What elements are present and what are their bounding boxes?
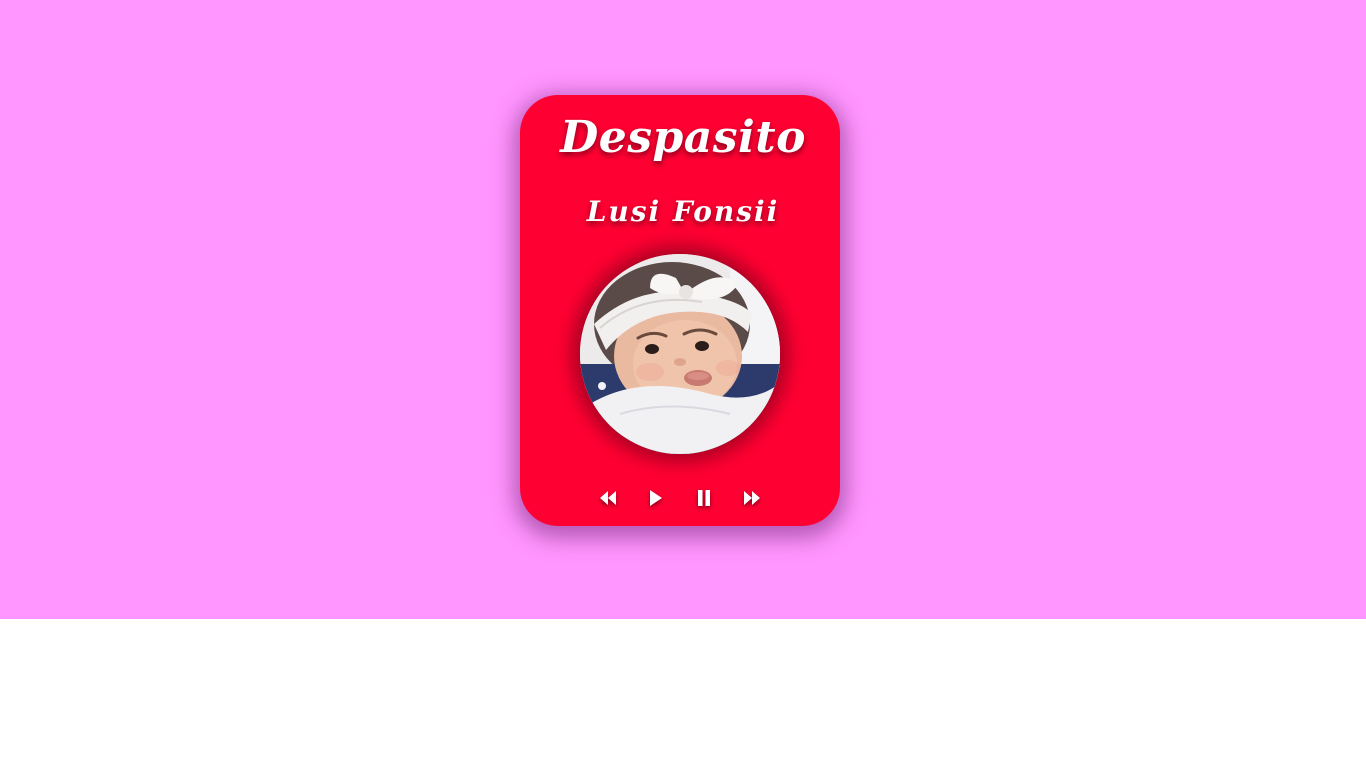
pause-button[interactable] xyxy=(692,486,716,510)
song-title: Despasito xyxy=(560,112,806,163)
pause-icon xyxy=(698,490,710,506)
play-button[interactable] xyxy=(644,486,668,510)
fast-forward-icon xyxy=(744,491,760,505)
baby-cover-illustration xyxy=(580,254,780,454)
rewind-icon xyxy=(600,491,616,505)
play-icon xyxy=(650,490,662,506)
fast-forward-button[interactable] xyxy=(740,486,764,510)
album-cover xyxy=(580,254,780,454)
artist-name: Lusi Fonsii xyxy=(586,195,780,228)
rewind-button[interactable] xyxy=(596,486,620,510)
playback-controls xyxy=(596,486,764,510)
